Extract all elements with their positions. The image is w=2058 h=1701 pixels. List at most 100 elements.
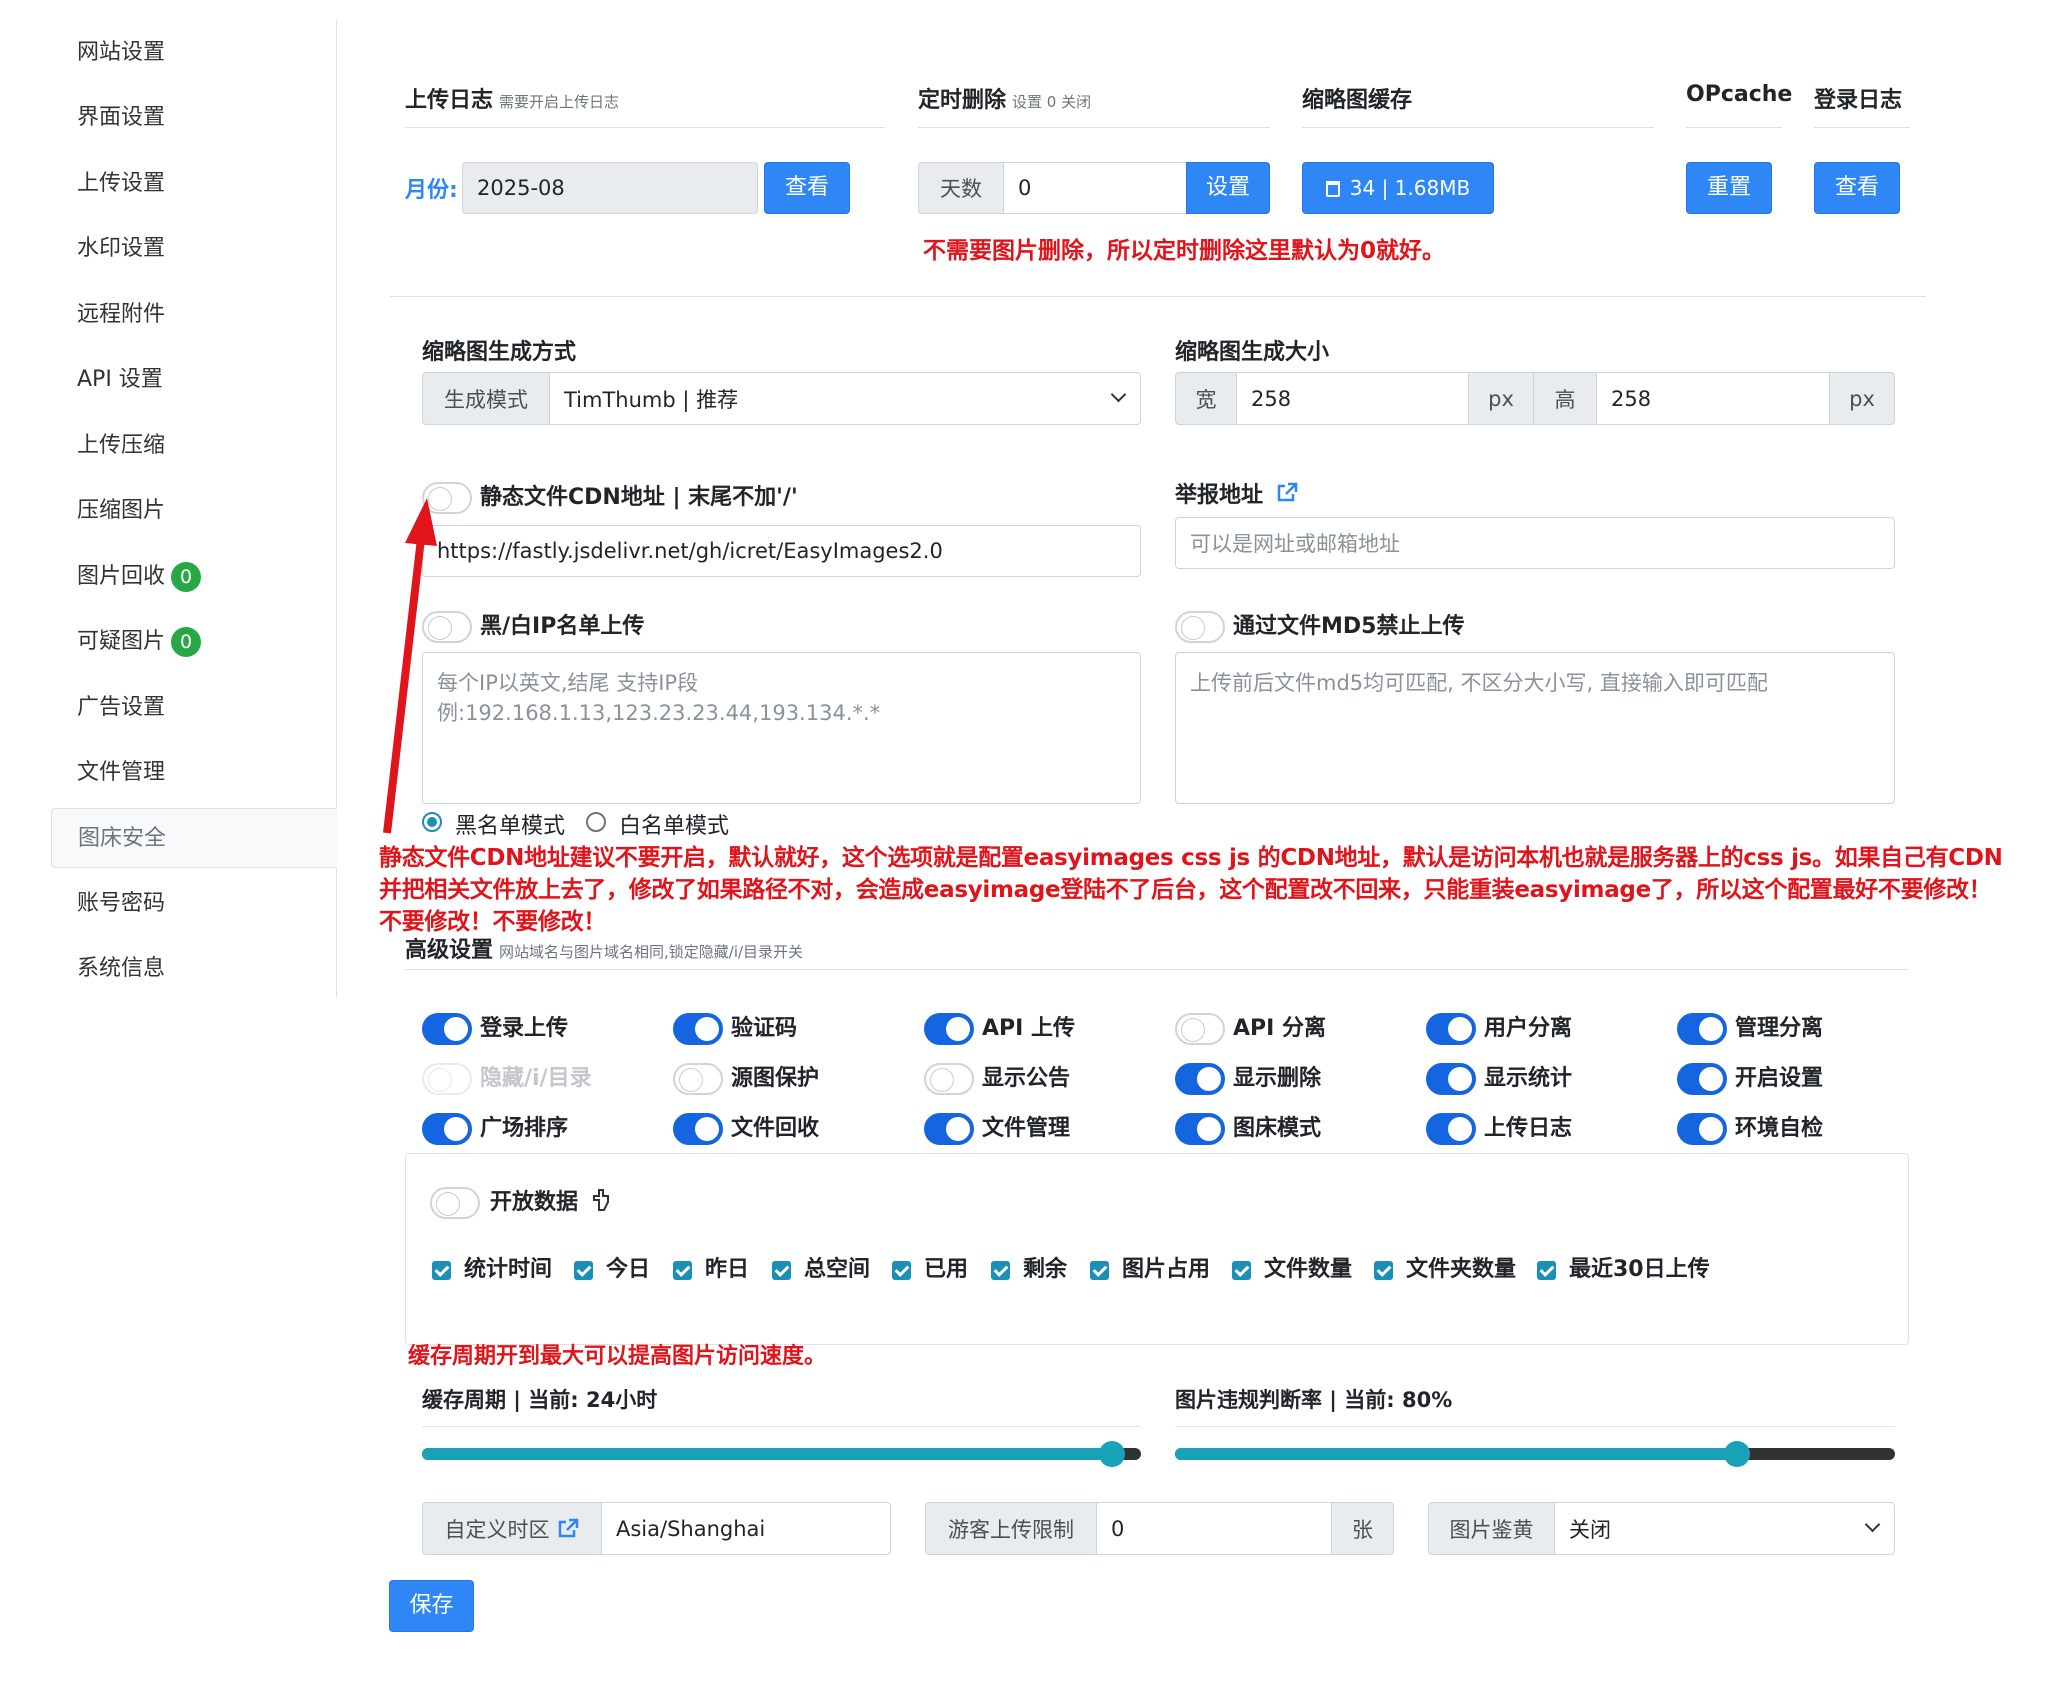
- ip-list-textarea[interactable]: 每个IP以英文,结尾 支持IP段 例:192.168.1.13,123.23.2…: [422, 652, 1141, 804]
- timezone-input[interactable]: Asia/Shanghai: [601, 1502, 891, 1555]
- open-data-panel: [405, 1153, 1909, 1345]
- advanced-switch[interactable]: [1175, 1113, 1225, 1145]
- open-data-checkbox[interactable]: [1232, 1261, 1251, 1280]
- sidebar-item-ads[interactable]: 广告设置: [51, 678, 337, 738]
- advanced-switch[interactable]: [924, 1013, 974, 1045]
- open-data-checkbox[interactable]: [1537, 1261, 1556, 1280]
- advanced-switch[interactable]: [422, 1013, 472, 1045]
- advanced-switch[interactable]: [1175, 1013, 1225, 1045]
- open-data-checkbox[interactable]: [574, 1261, 593, 1280]
- advanced-switch[interactable]: [1677, 1013, 1727, 1045]
- cdn-title: 静态文件CDN地址 | 末尾不加'/': [480, 485, 798, 510]
- open-data-checkbox[interactable]: [432, 1261, 451, 1280]
- md5-switch[interactable]: [1175, 611, 1225, 643]
- advanced-switch[interactable]: [673, 1013, 723, 1045]
- sidebar-item-compress-images[interactable]: 压缩图片: [51, 481, 337, 541]
- days-addon: 天数: [918, 162, 1004, 214]
- month-input[interactable]: 2025-08: [462, 162, 758, 214]
- thumb-width-input[interactable]: 258: [1236, 372, 1469, 425]
- advanced-switch-label: 登录上传: [480, 1016, 569, 1041]
- external-link-icon[interactable]: [1275, 482, 1299, 504]
- sidebar: 网站设置 界面设置 上传设置 水印设置 远程附件 API 设置 上传压缩 压缩图…: [0, 20, 337, 998]
- login-log-title: 登录日志: [1814, 88, 1903, 113]
- sidebar-item-files[interactable]: 文件管理: [51, 743, 337, 803]
- opcache-reset-button[interactable]: 重置: [1686, 162, 1772, 214]
- clear-thumb-cache-button[interactable]: 34 | 1.68MB: [1302, 162, 1494, 214]
- open-data-checkbox[interactable]: [772, 1261, 791, 1280]
- advanced-switch-label: 用户分离: [1484, 1016, 1573, 1041]
- days-input[interactable]: 0: [1003, 162, 1187, 214]
- violation-rate-label: 图片违规判断率 | 当前: 80%: [1175, 1388, 1453, 1412]
- open-data-checkbox-label: 已用: [924, 1257, 969, 1282]
- image-check-select[interactable]: 关闭: [1554, 1502, 1895, 1555]
- advanced-switch-label: API 上传: [982, 1016, 1075, 1041]
- advanced-switch-label: 管理分离: [1735, 1016, 1824, 1041]
- sidebar-item-api[interactable]: API 设置: [51, 350, 337, 410]
- thumb-mode-addon: 生成模式: [422, 372, 550, 425]
- save-button[interactable]: 保存: [389, 1580, 474, 1632]
- sidebar-item-upload[interactable]: 上传设置: [51, 154, 337, 214]
- open-data-title-text: 开放数据: [490, 1190, 579, 1215]
- open-data-checkbox[interactable]: [1090, 1261, 1109, 1280]
- advanced-switch-label: 文件管理: [982, 1116, 1071, 1141]
- sidebar-item-label: 广告设置: [77, 695, 166, 720]
- sidebar-item-sysinfo[interactable]: 系统信息: [51, 939, 337, 999]
- timezone-addon: 自定义时区: [422, 1502, 602, 1555]
- login-log-view-button[interactable]: 查看: [1814, 162, 1900, 214]
- cdn-warning-line: 静态文件CDN地址建议不要开启，默认就好，这个选项就是配置easyimages …: [379, 845, 2003, 871]
- open-data-checkbox[interactable]: [991, 1261, 1010, 1280]
- open-data-switch[interactable]: [430, 1187, 480, 1219]
- open-data-checkbox[interactable]: [892, 1261, 911, 1280]
- report-placeholder: 可以是网址或邮箱地址: [1190, 532, 1400, 556]
- cdn-warning-line: 并把相关文件放上去了，修改了如果路径不对，会造成easyimage登陆不了后台，…: [379, 877, 1992, 903]
- whitelist-radio[interactable]: [586, 812, 606, 832]
- advanced-switch[interactable]: [924, 1113, 974, 1145]
- md5-textarea[interactable]: 上传前后文件md5均可匹配, 不区分大小写, 直接输入即可匹配: [1175, 652, 1895, 804]
- sidebar-item-account[interactable]: 账号密码: [51, 874, 337, 934]
- sidebar-item-suspicious[interactable]: 可疑图片 0: [51, 612, 337, 672]
- timed-delete-set-button[interactable]: 设置: [1186, 162, 1270, 214]
- thumb-mode-select[interactable]: TimThumb | 推荐: [549, 372, 1141, 425]
- upload-log-title: 上传日志: [405, 88, 494, 113]
- image-check-value: 关闭: [1569, 1517, 1611, 1542]
- advanced-switch[interactable]: [673, 1113, 723, 1145]
- timezone-value: Asia/Shanghai: [616, 1516, 766, 1541]
- violation-rate-slider[interactable]: [1175, 1441, 1895, 1467]
- sidebar-item-watermark[interactable]: 水印设置: [51, 219, 337, 279]
- advanced-switch[interactable]: [1677, 1063, 1727, 1095]
- advanced-switch[interactable]: [1677, 1113, 1727, 1145]
- advanced-switch[interactable]: [1426, 1013, 1476, 1045]
- cache-period-slider[interactable]: [422, 1441, 1141, 1467]
- open-data-checkbox[interactable]: [1374, 1261, 1393, 1280]
- upload-log-header: 上传日志 需要开启上传日志: [405, 82, 885, 128]
- days-value: 0: [1018, 176, 1032, 200]
- advanced-switch[interactable]: [422, 1113, 472, 1145]
- trash-icon: [1325, 181, 1340, 197]
- month-value: 2025-08: [477, 176, 565, 200]
- report-input[interactable]: 可以是网址或邮箱地址: [1175, 517, 1895, 569]
- cdn-url-input[interactable]: https://fastly.jsdelivr.net/gh/icret/Eas…: [422, 525, 1141, 577]
- violation-rate-thumb[interactable]: [1724, 1441, 1750, 1467]
- advanced-switch[interactable]: [1175, 1063, 1225, 1095]
- thumb-height-input[interactable]: 258: [1596, 372, 1830, 425]
- sidebar-item-remote[interactable]: 远程附件: [51, 285, 337, 345]
- external-link-icon[interactable]: [556, 1518, 580, 1540]
- advanced-switch[interactable]: [924, 1063, 974, 1095]
- advanced-switch[interactable]: [1426, 1113, 1476, 1145]
- sidebar-item-ui[interactable]: 界面设置: [51, 88, 337, 148]
- timed-delete-header: 定时删除 设置 0 关闭: [918, 82, 1270, 128]
- sidebar-item-recycle[interactable]: 图片回收 0: [51, 547, 337, 607]
- sidebar-item-site[interactable]: 网站设置: [51, 23, 337, 83]
- width-unit-addon: px: [1468, 372, 1534, 425]
- upload-log-view-button[interactable]: 查看: [764, 162, 850, 214]
- advanced-switch[interactable]: [673, 1063, 723, 1095]
- open-data-checkbox[interactable]: [673, 1261, 692, 1280]
- cache-period-thumb[interactable]: [1099, 1441, 1125, 1467]
- guest-limit-addon: 游客上传限制: [925, 1502, 1097, 1555]
- ip-list-placeholder: 每个IP以英文,结尾 支持IP段 例:192.168.1.13,123.23.2…: [437, 671, 881, 725]
- sidebar-item-security[interactable]: 图床安全: [51, 808, 337, 868]
- guest-limit-input[interactable]: 0: [1096, 1502, 1332, 1555]
- thumb-height-value: 258: [1611, 386, 1652, 411]
- sidebar-item-upload-compress[interactable]: 上传压缩: [51, 416, 337, 476]
- advanced-switch[interactable]: [1426, 1063, 1476, 1095]
